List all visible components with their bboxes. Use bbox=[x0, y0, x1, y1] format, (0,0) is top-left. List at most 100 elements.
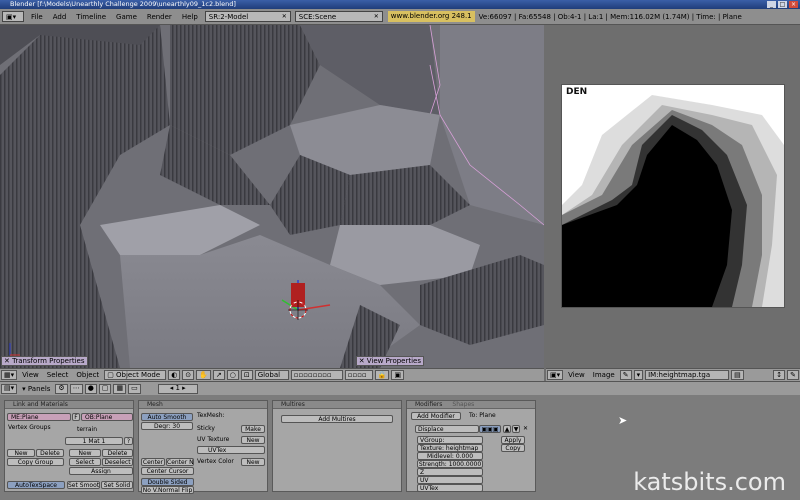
draw-type-icon[interactable]: ◐ bbox=[168, 370, 181, 380]
menu-add[interactable]: Add bbox=[48, 9, 72, 25]
center-cursor-button[interactable]: Center Cursor bbox=[141, 467, 194, 475]
screen-selector[interactable]: SR:2-Model ✕ bbox=[204, 11, 291, 22]
close-icon[interactable]: ✕ bbox=[374, 12, 379, 22]
menu-help[interactable]: Help bbox=[177, 9, 203, 25]
script-context-icon[interactable]: ⋯ bbox=[69, 383, 83, 394]
menu-image[interactable]: Image bbox=[589, 371, 619, 379]
menu-render[interactable]: Render bbox=[142, 9, 177, 25]
object-context-icon[interactable]: ▢ bbox=[98, 383, 112, 394]
mesh-name-field[interactable]: ME:Plane bbox=[7, 413, 71, 421]
menu-game[interactable]: Game bbox=[111, 9, 142, 25]
menu-view[interactable]: View bbox=[564, 371, 589, 379]
rotate-icon[interactable]: ○ bbox=[226, 370, 239, 380]
translate-icon[interactable]: ↗ bbox=[212, 370, 225, 380]
render-icon[interactable]: ▣ bbox=[391, 370, 405, 380]
copy-group-button[interactable]: Copy Group bbox=[7, 458, 64, 466]
delete-material-button[interactable]: Delete bbox=[102, 449, 133, 457]
uv-layer-selector[interactable]: UVTex bbox=[417, 484, 483, 492]
pin-icon[interactable]: ✎ bbox=[619, 370, 632, 380]
modifier-name-field[interactable]: Displace bbox=[415, 425, 479, 433]
pivot-icon[interactable]: ⊙ bbox=[182, 370, 195, 380]
new-image-icon[interactable]: ▤ bbox=[731, 370, 744, 380]
add-multires-button[interactable]: Add Multires bbox=[281, 415, 393, 423]
direction-selector[interactable]: Z bbox=[417, 468, 483, 476]
panel-title[interactable]: Link and Materials bbox=[5, 401, 133, 409]
close-window-button[interactable]: × bbox=[789, 1, 798, 8]
select-material-button[interactable]: Select bbox=[69, 458, 101, 466]
panel-title[interactable]: Mesh bbox=[139, 401, 267, 409]
new-vgroup-button[interactable]: New bbox=[7, 449, 35, 457]
shading-context-icon[interactable]: ● bbox=[84, 383, 97, 394]
center-new-button[interactable]: Center New bbox=[166, 458, 194, 466]
window-type-selector[interactable]: ▣▾ bbox=[2, 11, 24, 22]
panel-title[interactable]: Multires bbox=[273, 401, 401, 409]
frame-field[interactable]: ◂ 1 ▸ bbox=[157, 383, 198, 394]
delete-vgroup-button[interactable]: Delete bbox=[36, 449, 64, 457]
tab-shapes[interactable]: Shapes bbox=[452, 401, 474, 408]
delete-modifier-icon[interactable]: ✕ bbox=[523, 425, 528, 433]
logic-context-icon[interactable]: ⚙ bbox=[55, 383, 68, 394]
strength-field[interactable]: Strength: 1000.0000 bbox=[417, 460, 483, 468]
orientation-selector[interactable]: Global bbox=[254, 370, 289, 380]
menu-file[interactable]: File bbox=[26, 9, 48, 25]
mode-selector[interactable]: ▢ Object Mode bbox=[104, 370, 167, 380]
panels-toggle[interactable]: ▾ Panels bbox=[18, 385, 54, 393]
lock-icon[interactable]: 🔒 bbox=[374, 370, 390, 380]
object-name-field[interactable]: OB:Plane bbox=[81, 413, 133, 421]
blender-url[interactable]: www.blender.org 248.1 bbox=[387, 11, 475, 22]
auto-smooth-toggle[interactable]: Auto Smooth bbox=[141, 413, 193, 421]
layer-buttons-2[interactable]: ▫▫▫▫ bbox=[344, 370, 373, 380]
texture-coords-selector[interactable]: UV bbox=[417, 476, 483, 484]
fake-user-button[interactable]: F bbox=[72, 413, 80, 421]
material-index-field[interactable]: 1 Mat 1 bbox=[65, 437, 123, 445]
image-name-field[interactable]: IM:heightmap.tga bbox=[645, 370, 730, 380]
uvtex-layer-field[interactable]: UVTex bbox=[197, 446, 265, 454]
tab-modifiers[interactable]: Modifiers bbox=[415, 401, 442, 408]
menu-timeline[interactable]: Timeline bbox=[71, 9, 111, 25]
scene-context-icon[interactable]: ▭ bbox=[128, 383, 141, 394]
maximize-button[interactable]: □ bbox=[778, 1, 787, 8]
manipulator-hand-icon[interactable]: ✋ bbox=[196, 370, 211, 380]
lock-icon[interactable]: ↕ bbox=[773, 370, 786, 380]
set-solid-button[interactable]: Set Solid bbox=[101, 481, 133, 489]
center-button[interactable]: Center bbox=[141, 458, 165, 466]
double-sided-toggle[interactable]: Double Sided bbox=[141, 478, 194, 486]
menu-view[interactable]: View bbox=[18, 371, 43, 379]
paint-icon[interactable]: ✎ bbox=[787, 370, 799, 380]
view-properties-panel[interactable]: ✕ View Properties bbox=[355, 356, 424, 366]
browse-image-icon[interactable]: ▾ bbox=[633, 370, 644, 380]
midlevel-field[interactable]: Midlevel: 0.000 bbox=[417, 452, 483, 460]
editing-context-icon[interactable]: ▦ bbox=[113, 383, 127, 394]
scale-icon[interactable]: ⊡ bbox=[240, 370, 253, 380]
3d-viewport[interactable] bbox=[0, 25, 544, 368]
minimize-button[interactable]: _ bbox=[767, 1, 776, 8]
no-v-normal-flip-toggle[interactable]: No V.Normal Flip bbox=[141, 486, 194, 494]
add-modifier-button[interactable]: Add Modifier bbox=[411, 412, 461, 420]
new-uv-texture-button[interactable]: New bbox=[241, 436, 265, 444]
layer-buttons[interactable]: ▫▫▫▫▫▫▫▫ bbox=[290, 370, 343, 380]
vgroup-field[interactable]: VGroup: bbox=[417, 436, 483, 444]
menu-select[interactable]: Select bbox=[43, 371, 73, 379]
editor-type-icon[interactable]: ▣▾ bbox=[547, 370, 564, 380]
texture-field[interactable]: Texture: heightmap bbox=[417, 444, 483, 452]
new-material-button[interactable]: New bbox=[69, 449, 101, 457]
autotexspace-toggle[interactable]: AutoTexSpace bbox=[7, 481, 65, 489]
editor-type-icon[interactable]: ▤▾ bbox=[1, 383, 18, 394]
move-down-icon[interactable]: ▼ bbox=[512, 425, 520, 433]
new-vertex-color-button[interactable]: New bbox=[241, 458, 265, 466]
make-sticky-button[interactable]: Make bbox=[241, 425, 265, 433]
degr-field[interactable]: Degr: 30 bbox=[141, 422, 193, 430]
help-button[interactable]: ? bbox=[124, 437, 133, 445]
assign-material-button[interactable]: Assign bbox=[69, 467, 133, 475]
transform-properties-panel[interactable]: ✕ Transform Properties bbox=[1, 356, 88, 366]
copy-modifier-button[interactable]: Copy bbox=[501, 444, 525, 452]
apply-modifier-button[interactable]: Apply bbox=[501, 436, 525, 444]
modifier-visibility-icons[interactable]: ▣▣▣ bbox=[479, 425, 501, 433]
heightmap-image[interactable]: DEN bbox=[561, 84, 785, 308]
move-up-icon[interactable]: ▲ bbox=[503, 425, 511, 433]
close-icon[interactable]: ✕ bbox=[282, 12, 287, 22]
editor-type-icon[interactable]: ▦▾ bbox=[1, 370, 18, 380]
scene-selector[interactable]: SCE:Scene ✕ bbox=[294, 11, 383, 22]
menu-object[interactable]: Object bbox=[72, 371, 103, 379]
set-smooth-button[interactable]: Set Smooth bbox=[67, 481, 100, 489]
